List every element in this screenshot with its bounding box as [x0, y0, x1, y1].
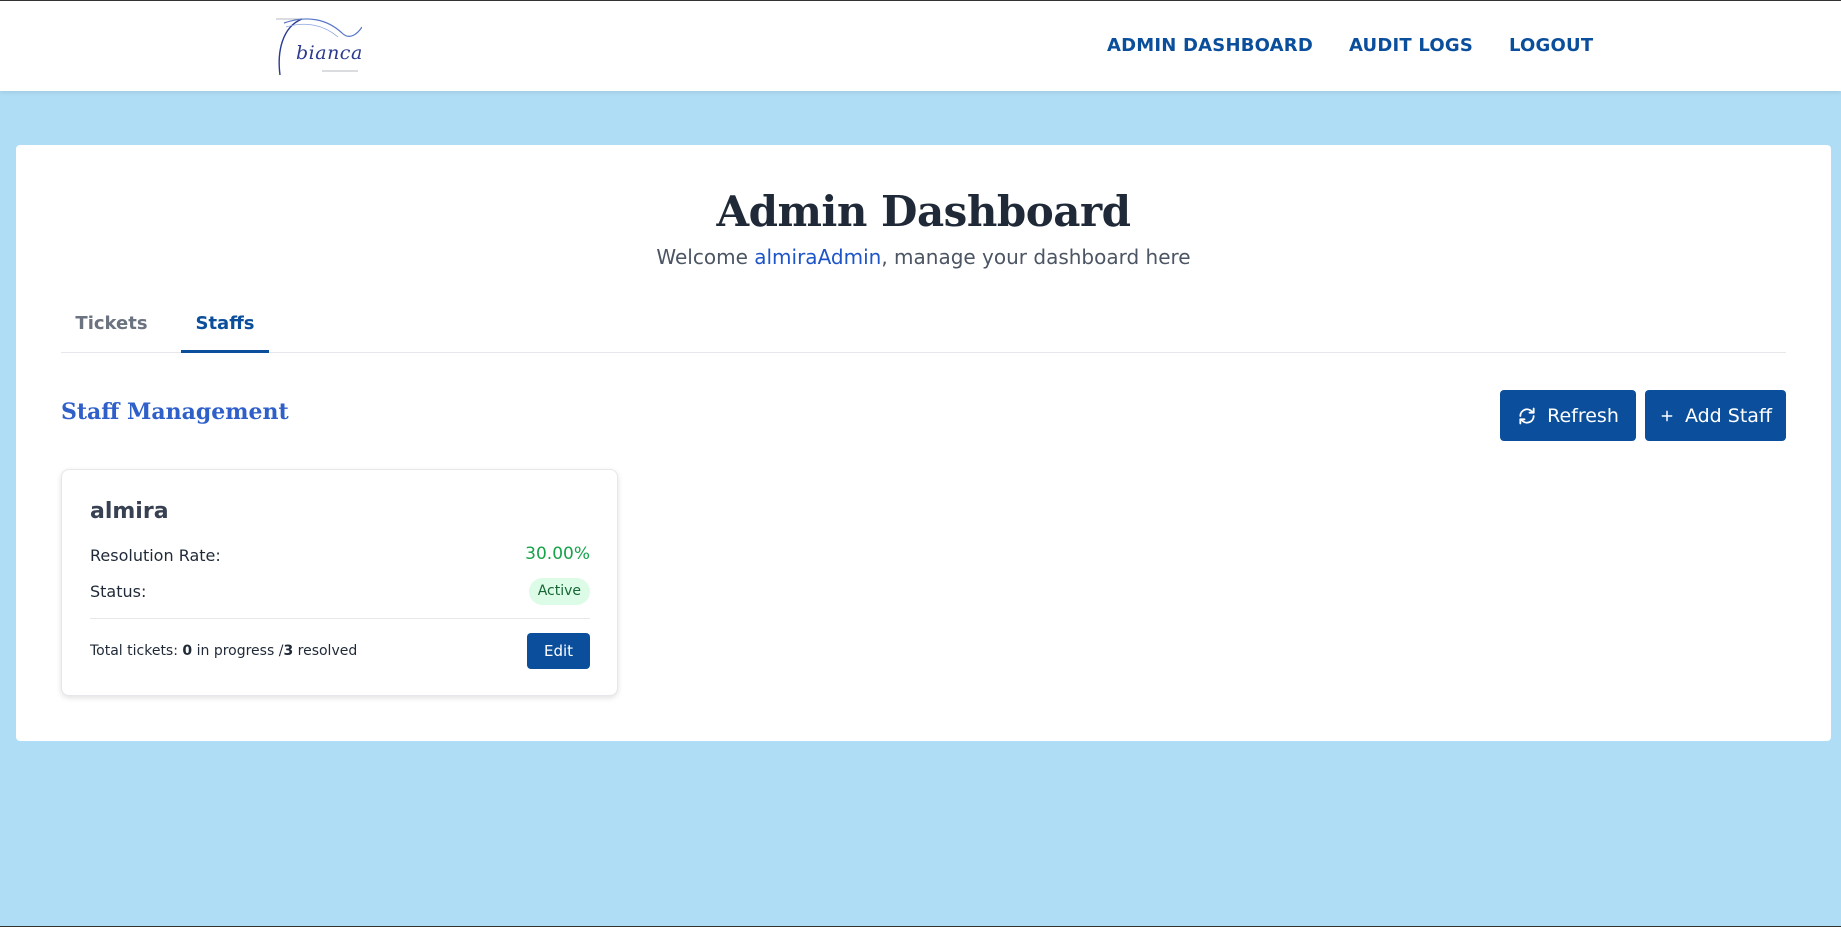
- welcome-prefix: Welcome: [656, 245, 755, 269]
- resolved-count: 3: [283, 643, 294, 659]
- status-badge: Active: [528, 578, 590, 605]
- resolution-rate-value: 30.00%: [525, 544, 590, 564]
- username: almiraAdmin: [754, 245, 882, 269]
- tab-staffs[interactable]: Staffs: [181, 303, 269, 353]
- resolution-rate-label: Resolution Rate:: [90, 546, 221, 565]
- in-progress-label: in progress /: [192, 643, 284, 659]
- add-staff-button[interactable]: Add Staff: [1645, 390, 1786, 441]
- resolved-label: resolved: [293, 643, 358, 659]
- total-tickets-summary: Total tickets: 0 in progress /3 resolved: [90, 643, 357, 659]
- staff-name: almira: [90, 499, 169, 524]
- add-staff-label: Add Staff: [1684, 404, 1773, 427]
- nav-logout[interactable]: LOGOUT: [1509, 35, 1593, 56]
- welcome-suffix: , manage your dashboard here: [881, 245, 1191, 269]
- refresh-icon: [1519, 407, 1535, 424]
- dashboard-panel: Admin Dashboard Welcome almiraAdmin, man…: [16, 145, 1831, 741]
- plus-icon: [1661, 410, 1673, 421]
- page-title: Admin Dashboard: [716, 187, 1131, 236]
- edit-button[interactable]: Edit: [527, 633, 590, 669]
- section-title: Staff Management: [61, 399, 289, 425]
- logo-text: bianca: [296, 42, 363, 64]
- nav-audit-logs[interactable]: AUDIT LOGS: [1349, 35, 1473, 56]
- refresh-label: Refresh: [1547, 404, 1619, 427]
- tab-tickets[interactable]: Tickets: [61, 303, 162, 353]
- refresh-button[interactable]: Refresh: [1500, 390, 1636, 441]
- main-nav: ADMIN DASHBOARD AUDIT LOGS LOGOUT: [1107, 35, 1593, 56]
- total-tickets-label: Total tickets:: [90, 643, 183, 659]
- in-progress-count: 0: [182, 643, 193, 659]
- top-navbar: bianca ADMIN DASHBOARD AUDIT LOGS LOGOUT: [0, 0, 1841, 91]
- status-label: Status:: [90, 582, 147, 601]
- welcome-message: Welcome almiraAdmin, manage your dashboa…: [16, 245, 1831, 269]
- brand-logo[interactable]: bianca: [272, 17, 363, 77]
- staff-card: almira Resolution Rate: 30.00% Status: A…: [61, 469, 618, 696]
- tab-bar: Tickets Staffs: [61, 303, 1786, 353]
- nav-admin-dashboard[interactable]: ADMIN DASHBOARD: [1107, 35, 1313, 56]
- card-divider: [90, 618, 590, 619]
